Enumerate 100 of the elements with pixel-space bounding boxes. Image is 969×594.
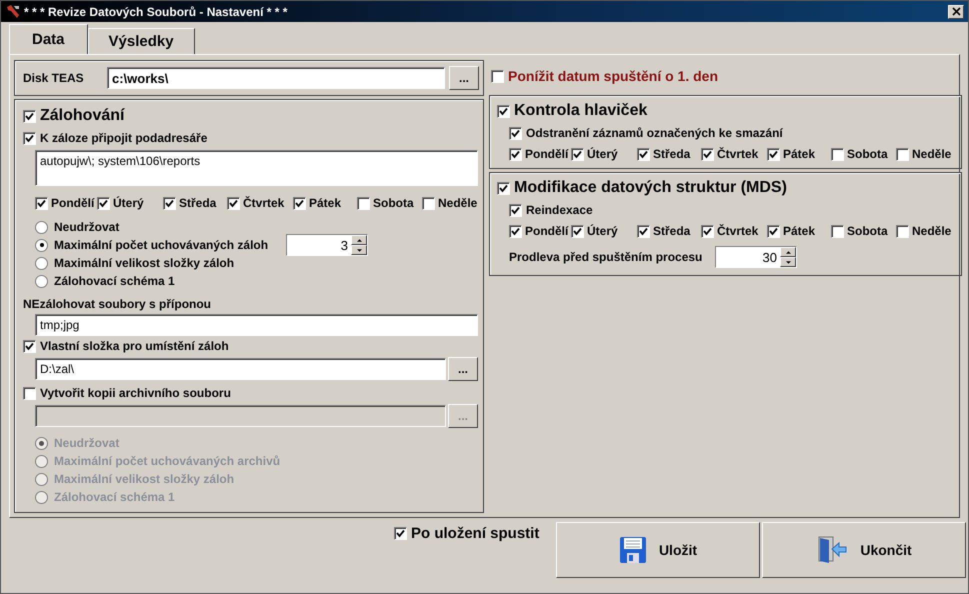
section-title: Zálohování bbox=[40, 107, 124, 125]
radio-button[interactable] bbox=[35, 220, 48, 234]
radio-button[interactable] bbox=[35, 274, 48, 288]
radio-label: Maximální počet uchovávaných archivů bbox=[54, 454, 280, 468]
down-arrow-icon bbox=[356, 248, 362, 252]
checkbox-label: Pátek bbox=[783, 224, 816, 238]
radio-label: Maximální velikost složky záloh bbox=[54, 472, 234, 486]
checkbox[interactable] bbox=[497, 182, 510, 194]
radio-label: Maximální počet uchovávaných záloh bbox=[54, 238, 270, 252]
number-field[interactable]: 30 bbox=[715, 246, 797, 268]
browse-button[interactable]: ... bbox=[449, 66, 479, 90]
wrench-icon bbox=[5, 4, 21, 20]
checkbox-label: Sobota bbox=[373, 196, 414, 210]
checkbox[interactable] bbox=[767, 224, 780, 238]
checkbox-label: Středa bbox=[179, 196, 216, 210]
save-button[interactable]: Uložit bbox=[556, 522, 760, 578]
checkbox-label: Úterý bbox=[113, 196, 144, 210]
checkbox-label: Vytvořit kopii archivního souboru bbox=[40, 386, 231, 400]
input-field[interactable]: c:\works\ bbox=[107, 67, 445, 89]
checkbox[interactable] bbox=[767, 148, 780, 160]
checkbox[interactable] bbox=[896, 224, 909, 238]
checkbox[interactable] bbox=[831, 148, 844, 160]
section-title: Modifikace datových struktur (MDS) bbox=[514, 179, 787, 197]
checkbox-label: K záloze připojit podadresáře bbox=[40, 131, 208, 145]
tab[interactable]: Data bbox=[9, 24, 88, 54]
section-title: Kontrola hlaviček bbox=[514, 102, 648, 120]
radio-label: Zálohovací schéma 1 bbox=[54, 490, 175, 504]
checkbox[interactable] bbox=[497, 104, 510, 118]
checkbox[interactable] bbox=[35, 196, 48, 210]
checkbox[interactable] bbox=[637, 224, 650, 238]
checkbox-label: Úterý bbox=[587, 147, 618, 161]
checkbox[interactable] bbox=[509, 204, 522, 216]
checkbox-label: Čtvrtek bbox=[717, 147, 758, 161]
checkbox[interactable] bbox=[831, 224, 844, 238]
checkbox-label: Ponížit datum spuštění o 1. den bbox=[508, 68, 718, 84]
checkbox-label: Neděle bbox=[912, 224, 952, 238]
radio-button[interactable] bbox=[35, 238, 48, 252]
input-field[interactable]: D:\zal\ bbox=[35, 358, 446, 380]
checkbox-label: Pátek bbox=[783, 147, 816, 161]
checkbox[interactable] bbox=[227, 196, 240, 210]
checkbox-label: Středa bbox=[653, 224, 690, 238]
checkbox[interactable] bbox=[163, 196, 176, 210]
checkbox[interactable] bbox=[293, 196, 306, 210]
checkbox[interactable] bbox=[701, 224, 714, 238]
checkbox[interactable] bbox=[394, 526, 407, 540]
checkbox[interactable] bbox=[896, 148, 909, 160]
checkbox-label: Reindexace bbox=[526, 203, 593, 217]
checkbox-label: Středa bbox=[653, 147, 690, 161]
checkbox[interactable] bbox=[97, 196, 110, 210]
up-arrow-icon bbox=[786, 250, 790, 254]
checkbox[interactable] bbox=[701, 148, 714, 160]
field-label: NEzálohovat soubory s příponou bbox=[23, 296, 212, 313]
checkbox[interactable] bbox=[509, 148, 522, 160]
tab[interactable]: Výsledky bbox=[88, 28, 195, 54]
radio-button[interactable] bbox=[35, 256, 48, 270]
spin-up-button[interactable] bbox=[351, 235, 367, 245]
text-area[interactable]: autopujw\; system\106\reports bbox=[35, 150, 478, 186]
field-label: Prodleva před spuštěním procesu bbox=[509, 250, 704, 264]
checkbox-label: Pondělí bbox=[525, 224, 568, 238]
number-field[interactable]: 3 bbox=[286, 234, 368, 256]
radio-label: Maximální velikost složky záloh bbox=[54, 256, 234, 270]
disk-label: Disk TEAS bbox=[23, 71, 85, 85]
checkbox[interactable] bbox=[422, 196, 435, 210]
spin-up-button[interactable] bbox=[780, 247, 796, 257]
window-title: * * * Revize Datových Souborů - Nastavení * * * bbox=[24, 4, 288, 18]
checkbox-label: Vlastní složka pro umístění záloh bbox=[40, 339, 229, 353]
radio-label: Zálohovací schéma 1 bbox=[54, 274, 175, 288]
checkbox-label: Úterý bbox=[587, 224, 618, 238]
checkbox[interactable] bbox=[509, 126, 522, 140]
checkbox-label: Pondělí bbox=[525, 147, 568, 161]
radio-label: Neudržovat bbox=[54, 220, 120, 234]
up-arrow-icon bbox=[356, 238, 362, 242]
spin-down-button[interactable] bbox=[780, 257, 796, 267]
checkbox[interactable] bbox=[491, 70, 504, 82]
close-button[interactable] bbox=[948, 4, 964, 18]
down-arrow-icon bbox=[786, 260, 790, 264]
radio-label: Neudržovat bbox=[54, 436, 120, 450]
checkbox[interactable] bbox=[23, 110, 36, 122]
door-exit-icon bbox=[816, 535, 848, 565]
close-icon bbox=[952, 7, 960, 16]
checkbox-label: Čtvrtek bbox=[717, 224, 758, 238]
checkbox[interactable] bbox=[509, 224, 522, 238]
browse-button[interactable]: ... bbox=[448, 357, 478, 381]
checkbox[interactable] bbox=[571, 224, 584, 238]
checkbox-label: Odstranění záznamů označených ke smazání bbox=[526, 126, 783, 140]
checkbox[interactable] bbox=[23, 340, 36, 352]
checkbox-label: Neděle bbox=[438, 196, 478, 210]
checkbox-label: Neděle bbox=[912, 147, 952, 161]
checkbox-label: Po uložení spustit bbox=[411, 524, 540, 542]
checkbox[interactable] bbox=[357, 196, 370, 210]
checkbox-label: Čtvrtek bbox=[243, 196, 284, 210]
checkbox-label: Sobota bbox=[847, 147, 888, 161]
checkbox-label: Pondělí bbox=[51, 196, 94, 210]
input-field[interactable]: tmp;jpg bbox=[35, 314, 478, 336]
checkbox[interactable] bbox=[23, 132, 36, 144]
spin-down-button[interactable] bbox=[351, 245, 367, 255]
checkbox[interactable] bbox=[571, 148, 584, 160]
checkbox-label: Sobota bbox=[847, 224, 888, 238]
exit-button[interactable]: Ukončit bbox=[762, 522, 966, 578]
checkbox[interactable] bbox=[637, 148, 650, 160]
